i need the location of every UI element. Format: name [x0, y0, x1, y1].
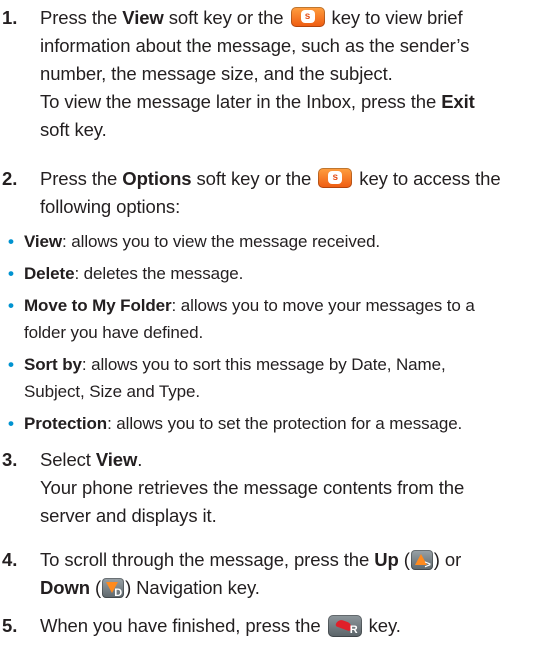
step-number: 4.	[2, 549, 18, 570]
bullet-icon: •	[8, 296, 14, 315]
end-key-icon: R	[327, 615, 362, 637]
step-number: 1.	[2, 7, 18, 28]
view-softkey-label: View	[122, 7, 164, 28]
exit-softkey-label: Exit	[441, 91, 475, 112]
bullet-icon: •	[8, 232, 14, 251]
soft-key-icon: s	[290, 7, 325, 27]
step-text: Select View. Your phone retrieves the me…	[40, 449, 465, 526]
up-navigation-key-icon: >	[410, 550, 433, 571]
bullet-icon: •	[8, 414, 14, 433]
step-text: Press the View soft key or the s key to …	[40, 7, 475, 140]
manual-page: 1. Press the View soft key or the s key …	[0, 0, 539, 648]
bullet-icon: •	[8, 355, 14, 374]
step-text: Press the Options soft key or the s key …	[40, 168, 501, 217]
step-text: When you have finished, press the R key.	[40, 615, 401, 637]
options-softkey-label: Options	[122, 168, 192, 189]
step-number: 2.	[2, 168, 18, 189]
step-number: 3.	[2, 449, 18, 470]
down-navigation-key-icon: D	[102, 578, 125, 599]
bullet-icon: •	[8, 264, 14, 283]
soft-key-icon: s	[318, 168, 353, 188]
step-text: To scroll through the message, press the…	[40, 549, 462, 599]
step-number: 5.	[2, 615, 18, 636]
